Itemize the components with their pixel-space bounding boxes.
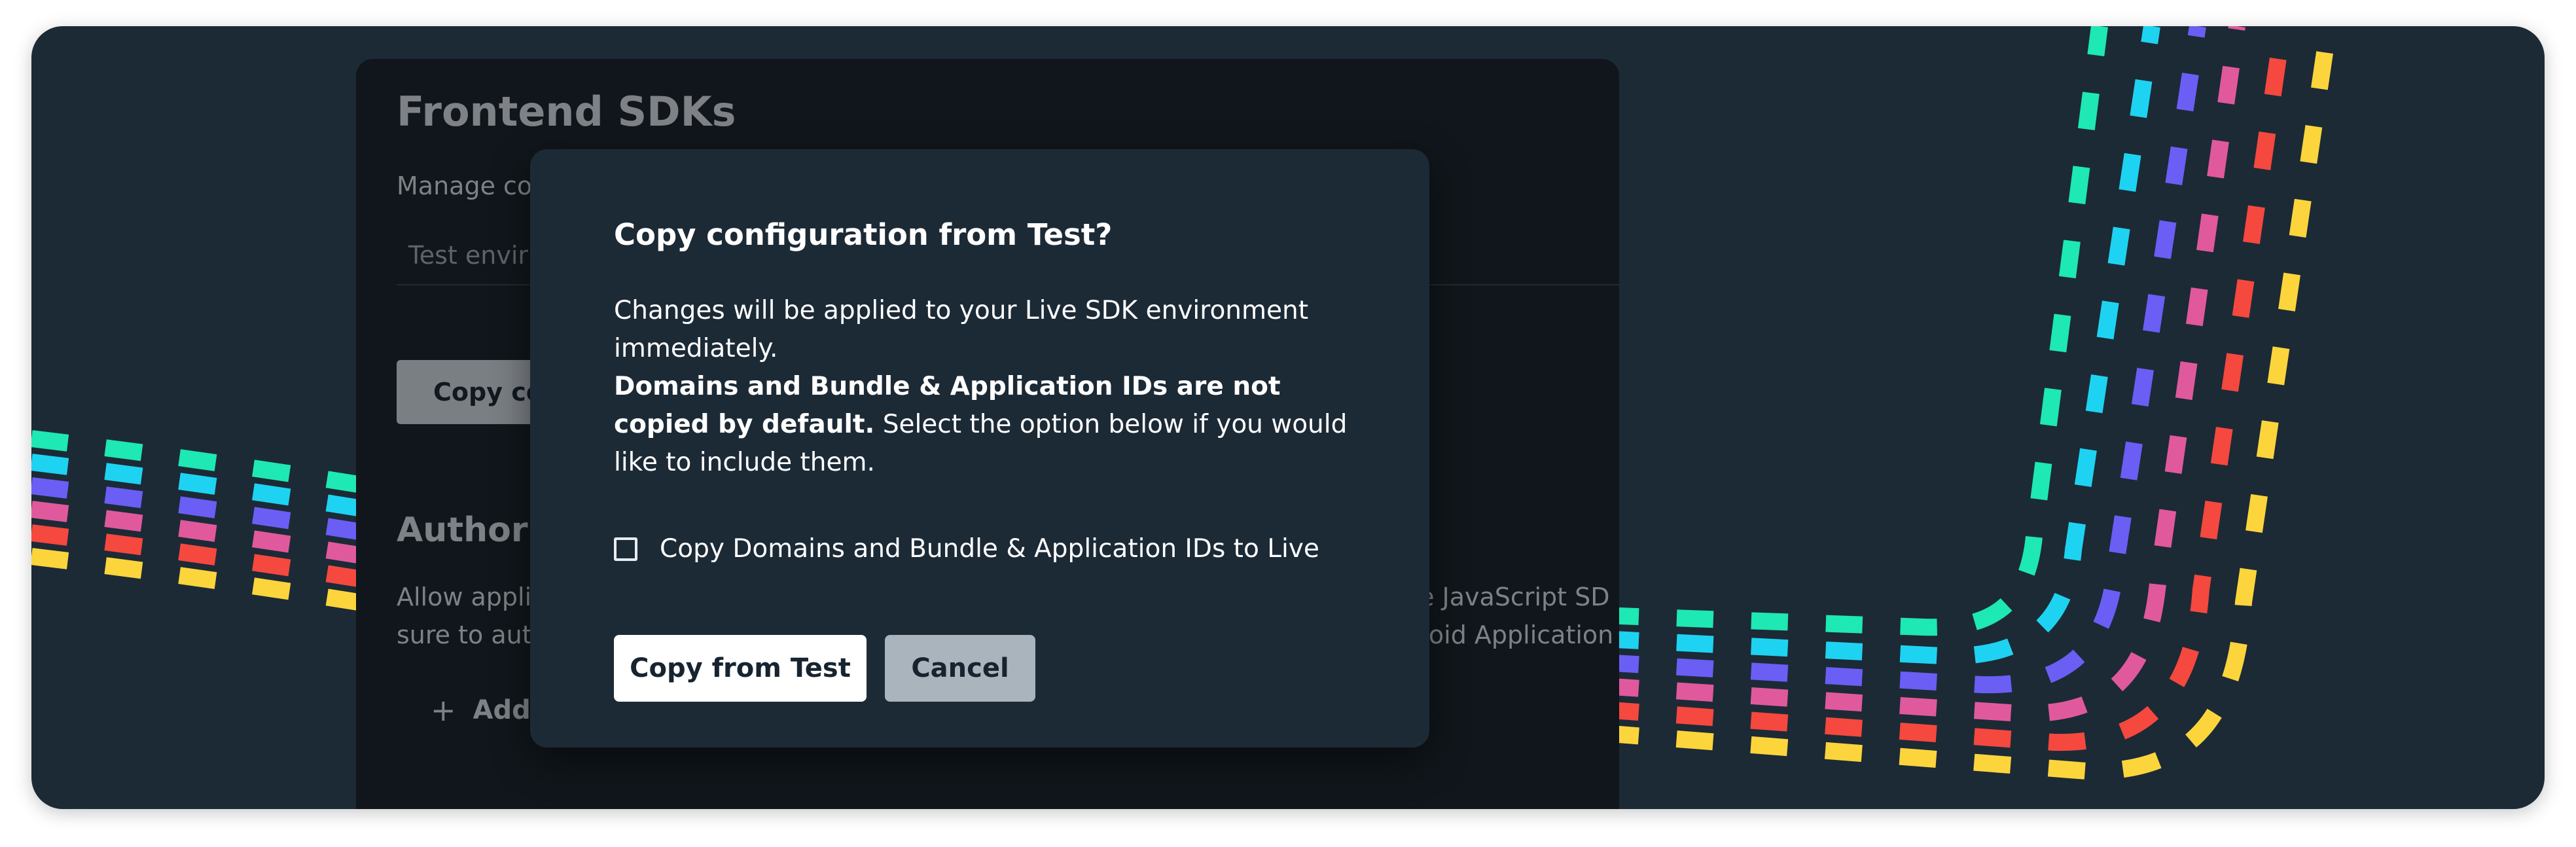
section-description-line: sure to aut [397, 621, 532, 649]
page-description: Manage co [397, 171, 533, 200]
copy-configuration-dialog: Copy configuration from Test? Changes wi… [530, 149, 1429, 748]
plus-icon: + [431, 693, 456, 728]
add-button[interactable]: + Add [431, 693, 531, 728]
dialog-body-intro: Changes will be applied to your Live SDK… [614, 296, 1309, 363]
stripe-right-3 [1601, 26, 2206, 694]
copy-ids-checkbox[interactable] [614, 537, 637, 561]
stripe-right-6 [1601, 26, 2337, 780]
tab-test-environment[interactable]: Test envir [408, 241, 528, 270]
dialog-title: Copy configuration from Test? [614, 217, 1113, 252]
cancel-button[interactable]: Cancel [885, 635, 1035, 702]
copy-from-test-button[interactable]: Copy from Test [614, 635, 867, 702]
stripe-right-2 [1601, 26, 2160, 665]
section-description-line: he JavaScript SD [1403, 583, 1610, 611]
copy-ids-checkbox-row[interactable]: Copy Domains and Bundle & Application ID… [614, 534, 1319, 564]
dialog-body-note: Domains and Bundle & Application IDs are… [614, 368, 1360, 482]
app-canvas: Frontend SDKs Manage co Test envir Copy … [31, 26, 2545, 809]
dialog-body: Changes will be applied to your Live SDK… [614, 292, 1360, 482]
stripe-left-6 [31, 548, 361, 611]
section-description-line: Allow appli [397, 583, 532, 611]
copy-ids-checkbox-label[interactable]: Copy Domains and Bundle & Application ID… [660, 534, 1319, 564]
stripe-right-1 [1601, 26, 2108, 636]
section-description-line: droid Application [1403, 621, 1614, 649]
page-title: Frontend SDKs [397, 88, 736, 135]
add-label: Add [473, 695, 531, 725]
